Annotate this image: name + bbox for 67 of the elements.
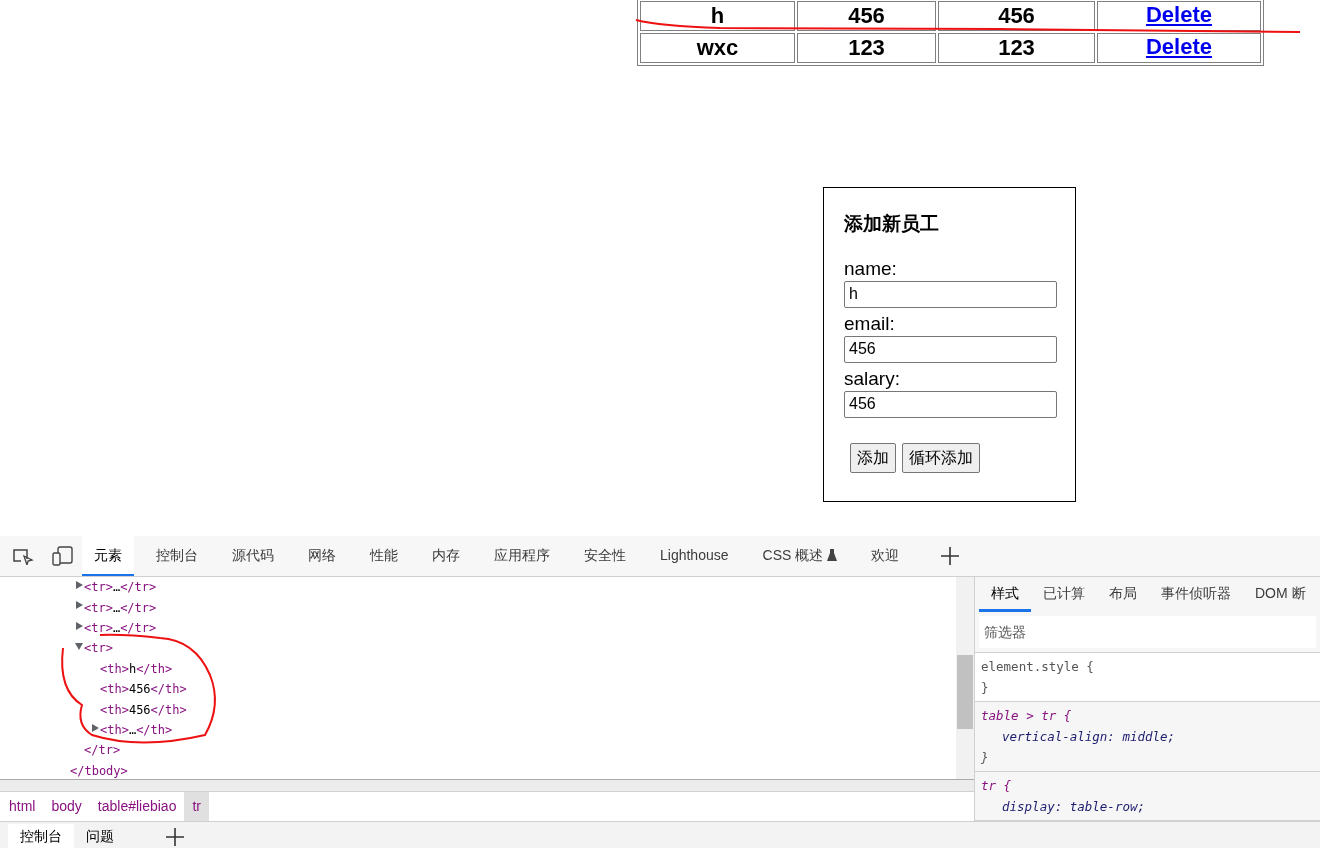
collapsed-triangle-icon[interactable] [75,601,83,610]
filter-field[interactable]: 筛选器 [979,616,1316,648]
css-selector: table > tr { [981,707,1073,725]
table-cell: wxc [640,33,795,63]
device-icon[interactable] [52,546,74,566]
dom-line[interactable]: <tr>…</tr> [84,598,157,617]
inspect-icon[interactable] [12,547,34,565]
breadcrumb[interactable]: html [1,792,44,821]
styles-tab[interactable]: 已计算 [1031,577,1097,612]
css-selector: element.style { [981,658,1095,676]
flask-icon [827,549,838,561]
collapsed-triangle-icon[interactable] [91,723,99,732]
devtools-tab[interactable]: 元素 [82,536,134,576]
table-cell: 123 [797,33,936,63]
breadcrumb[interactable]: tr [184,792,209,821]
input-field[interactable]: 456 [844,390,1057,418]
form-button[interactable]: 添加 [850,442,896,473]
table-cell: 456 [938,1,1095,31]
devtools-tab[interactable]: 控制台 [144,536,210,576]
devtools-tab[interactable]: 源代码 [220,536,286,576]
expanded-triangle-icon[interactable] [75,642,83,651]
drawer-tab[interactable]: 控制台 [8,824,74,848]
dom-line[interactable]: <tr>…</tr> [84,618,157,637]
dom-line[interactable]: <tr> [84,639,113,658]
devtools-tab[interactable]: Lighthouse [648,536,741,576]
dom-line[interactable]: <th>h</th> [100,659,173,678]
css-declaration: vertical-align: middle; [1001,728,1177,746]
collapsed-triangle-icon[interactable] [75,621,83,630]
css-declaration: display: table-row; [1001,798,1146,816]
collapsed-triangle-icon[interactable] [75,581,83,589]
table-cell: 123 [938,33,1095,63]
styles-tab[interactable]: DOM 断 [1243,577,1318,612]
dom-line[interactable]: <th>…</th> [100,720,173,739]
dom-line[interactable]: </tr> [84,741,121,760]
scrollbar[interactable] [956,577,974,779]
plus-icon[interactable] [941,547,960,565]
form-title: 添加新员工 [844,212,940,236]
table-cell: 456 [797,1,936,31]
dom-line[interactable]: <th>456</th> [100,700,187,719]
devtools-tab[interactable]: 网络 [296,536,348,576]
field-label: name: [844,256,898,281]
devtools-tab[interactable]: 欢迎 [859,536,912,576]
css-brace: } [981,679,990,697]
input-field[interactable]: 456 [844,335,1057,363]
styles-tab[interactable]: 事件侦听器 [1149,577,1243,612]
breadcrumb[interactable]: table#liebiao [89,792,185,821]
dom-line[interactable]: </tbody> [70,761,128,779]
devtools-tab[interactable]: 应用程序 [482,536,562,576]
breadcrumb[interactable]: body [43,792,90,821]
css-selector: tr { [981,777,1013,795]
styles-tab[interactable]: 布局 [1097,577,1149,612]
devtools-tab[interactable]: 安全性 [572,536,638,576]
form-button[interactable]: 循环添加 [902,442,980,473]
dom-line[interactable]: <tr>…</tr> [84,578,157,597]
dom-line[interactable]: <th>456</th> [100,680,187,699]
field-label: email: [844,311,896,336]
horizontal-scrollbar[interactable] [0,779,974,791]
field-label: salary: [844,366,901,391]
drawer-tab[interactable]: 问题 [74,824,126,848]
input-field[interactable]: h [844,280,1057,308]
plus-icon[interactable] [166,828,184,846]
devtools-tab[interactable]: CSS 概述 [750,536,850,576]
css-brace: } [981,749,990,767]
devtools-tab[interactable]: 性能 [358,536,410,576]
devtools-tab[interactable]: 内存 [420,536,472,576]
table-cell: h [640,1,795,31]
styles-tab[interactable]: 样式 [979,577,1031,612]
